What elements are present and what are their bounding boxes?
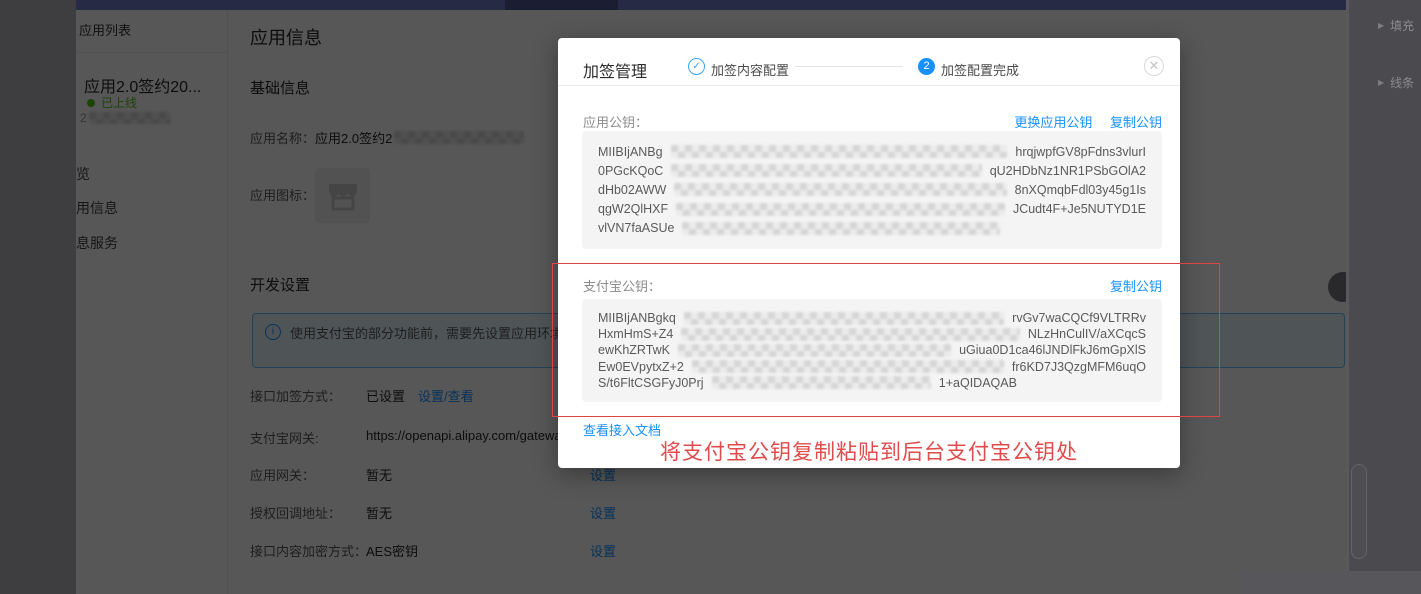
key-right: hrqjwpfGV8pFdns3vlurI	[1015, 144, 1146, 159]
editor-bottom-right-panel	[1240, 571, 1421, 594]
fill-label: 填充	[1390, 19, 1415, 33]
key-left: qgW2QlHXF	[598, 202, 669, 217]
copy-app-key-link[interactable]: 复制公钥	[1110, 115, 1162, 130]
app-key-actions: 更换应用公钥 复制公钥	[1000, 112, 1162, 131]
key-left: MIIBIjANBg	[598, 144, 663, 159]
step1-label: 加签内容配置	[711, 63, 790, 78]
key-line: 0PGcKQoC qU2HDbNz1NR1PSbGOlA2	[598, 161, 1146, 180]
editor-scrollbar-thumb[interactable]	[1351, 464, 1367, 559]
chevron-right-icon: ▶	[1378, 78, 1385, 87]
browser-top-bar	[76, 0, 1347, 10]
editor-left-strip	[0, 0, 76, 594]
key-right: JCudt4F+Je5NUTYD1E	[1012, 202, 1146, 217]
step-connector-line	[795, 66, 903, 67]
app-public-key-label: 应用公钥：	[583, 115, 649, 130]
modal-title: 加签管理	[583, 64, 648, 81]
step1-check-icon: ✓	[688, 58, 705, 75]
modal-header-divider	[558, 85, 1180, 86]
step2-label: 加签配置完成	[941, 63, 1020, 78]
key-right: 8nXQmqbFdl03y45g1Is	[1014, 182, 1146, 197]
annotation-red-rectangle	[552, 263, 1220, 417]
app-public-key-box: MIIBIjANBg hrqjwpfGV8pFdns3vlurI 0PGcKQoC…	[582, 131, 1162, 249]
key-line: dHb02AWW 8nXQmqbFdl03y45g1Is	[598, 180, 1146, 199]
key-censored	[671, 164, 982, 178]
screenshot-canvas: 应用列表 应用2.0签约20... 已上线 2 览 用信息 息服务 应用信息 基…	[0, 0, 1421, 594]
key-left: dHb02AWW	[598, 182, 667, 197]
key-left: vlVN7faASUe	[598, 221, 675, 236]
key-censored	[674, 183, 1007, 197]
chevron-right-icon: ▶	[1378, 21, 1385, 30]
panel-item-fill[interactable]: ▶ 填充	[1378, 17, 1414, 34]
browser-active-tab-segment	[505, 0, 618, 10]
key-line: qgW2QlHXF JCudt4F+Je5NUTYD1E	[598, 200, 1146, 219]
key-line: MIIBIjANBg hrqjwpfGV8pFdns3vlurI	[598, 142, 1146, 161]
annotation-caption: 将支付宝公钥复制粘贴到后台支付宝公钥处	[660, 440, 1078, 464]
line-label: 线条	[1390, 76, 1415, 90]
key-line: vlVN7faASUe	[598, 219, 1146, 238]
key-censored	[676, 202, 1005, 216]
replace-app-key-link[interactable]: 更换应用公钥	[1014, 115, 1092, 130]
panel-item-line[interactable]: ▶ 线条	[1378, 74, 1414, 91]
close-icon[interactable]: ✕	[1144, 56, 1164, 76]
key-right: qU2HDbNz1NR1PSbGOlA2	[989, 163, 1146, 178]
key-censored	[670, 145, 1008, 159]
key-censored	[682, 221, 1001, 235]
key-left: 0PGcKQoC	[598, 163, 664, 178]
step2-number-badge: 2	[918, 58, 935, 75]
